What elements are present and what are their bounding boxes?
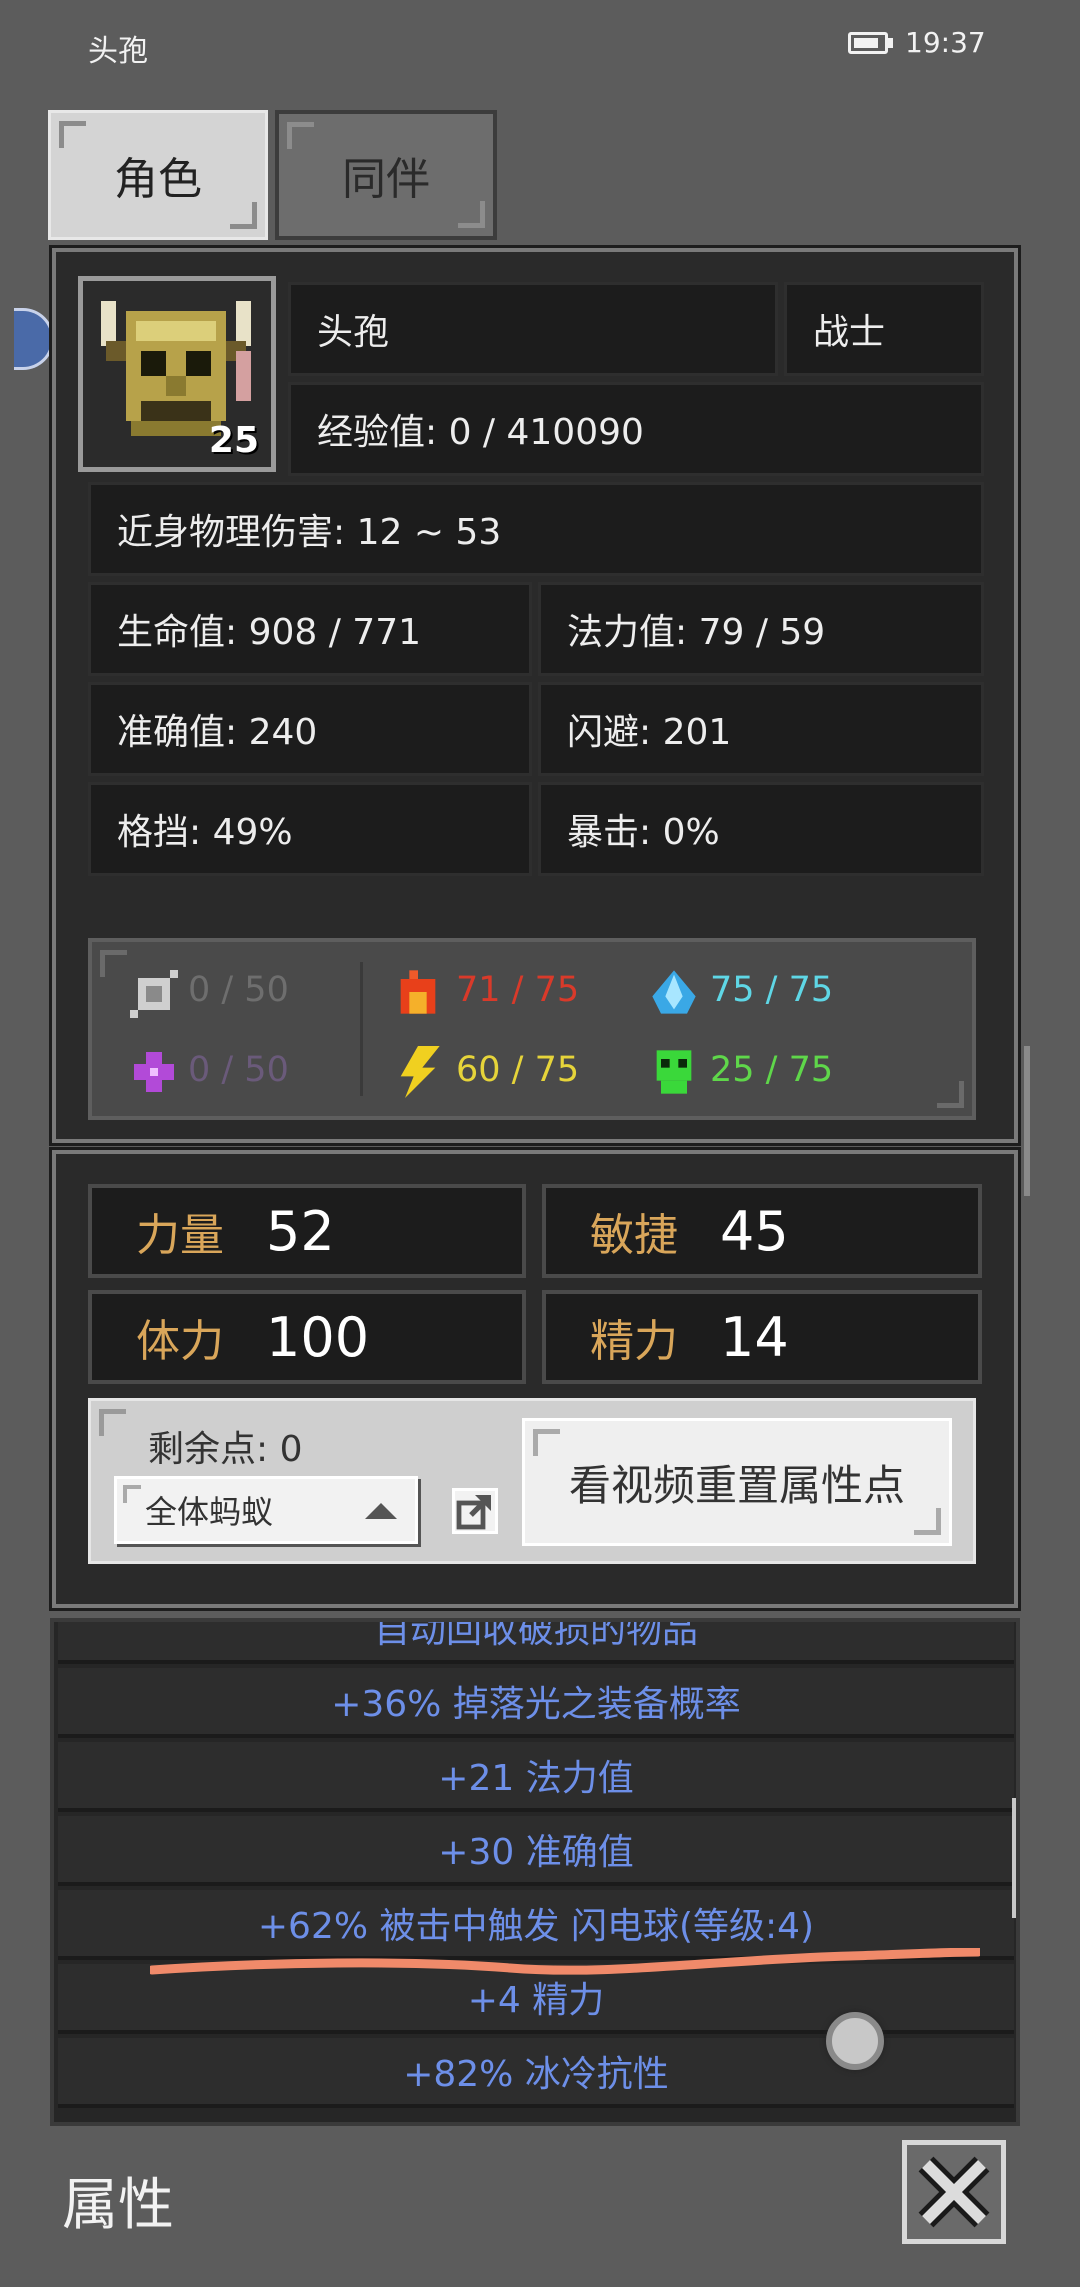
export-icon[interactable] bbox=[452, 1488, 498, 1534]
experience-value: 经验值: 0 / 410090 bbox=[288, 382, 984, 476]
attr-agility: 敏捷 45 bbox=[542, 1184, 982, 1278]
ice-resist-value: 75 / 75 bbox=[710, 970, 834, 1010]
tab-companion-label: 同伴 bbox=[342, 154, 430, 205]
character-class: 战士 bbox=[784, 282, 984, 376]
crit-value: 暴击: 0% bbox=[538, 782, 984, 876]
list-item: +30 准确值 bbox=[58, 1816, 1014, 1886]
lightning-resist-value: 60 / 75 bbox=[456, 1050, 580, 1090]
close-icon bbox=[918, 2156, 990, 2228]
close-button[interactable] bbox=[902, 2140, 1006, 2244]
lightning-icon bbox=[400, 1046, 440, 1098]
dodge-value: 闪避: 201 bbox=[538, 682, 984, 776]
attr-stamina: 体力 100 bbox=[88, 1290, 526, 1384]
mp-value: 法力值: 79 / 59 bbox=[538, 582, 984, 676]
ice-crystal-icon bbox=[652, 970, 696, 1014]
list-item: +36% 掉落光之装备概率 bbox=[58, 1668, 1014, 1738]
poison-skull-icon bbox=[656, 1050, 692, 1094]
status-app-title: 头孢 bbox=[88, 34, 148, 69]
attr-agility-label: 敏捷 bbox=[590, 1210, 678, 1261]
resistances-box bbox=[88, 938, 976, 1120]
battery-tip bbox=[888, 38, 893, 48]
block-value: 格挡: 49% bbox=[88, 782, 532, 876]
tab-character-label: 角色 bbox=[114, 154, 202, 205]
character-level: 25 bbox=[208, 420, 259, 461]
page-title: 属性 bbox=[62, 2173, 174, 2238]
target-select-value: 全体蚂蚁 bbox=[145, 1493, 274, 1531]
arcane-star-icon bbox=[134, 1052, 174, 1092]
attr-strength-label: 力量 bbox=[136, 1210, 224, 1261]
attr-agility-value: 45 bbox=[720, 1199, 789, 1263]
resistances-divider bbox=[360, 962, 363, 1096]
status-clock: 19:37 bbox=[905, 26, 986, 59]
list-item: 自动回收破损的物品 bbox=[58, 1622, 1014, 1664]
annotation-underline bbox=[150, 1948, 980, 1975]
physical-resist-value: 0 / 50 bbox=[188, 970, 289, 1010]
attr-energy-label: 精力 bbox=[590, 1316, 678, 1367]
watch-video-reset-button[interactable]: 看视频重置属性点 bbox=[522, 1418, 952, 1546]
battery-icon bbox=[848, 32, 888, 54]
melee-damage: 近身物理伤害: 12 ~ 53 bbox=[88, 482, 984, 576]
target-select[interactable]: 全体蚂蚁 bbox=[114, 1476, 418, 1544]
attr-energy: 精力 14 bbox=[542, 1290, 982, 1384]
arcane-resist-value: 0 / 50 bbox=[188, 1050, 289, 1090]
floating-dock-icon[interactable] bbox=[14, 308, 54, 370]
physical-shield-icon bbox=[130, 970, 178, 1018]
list-scrollbar[interactable] bbox=[1012, 1798, 1016, 1918]
hp-value: 生命值: 908 / 771 bbox=[88, 582, 532, 676]
attr-strength-value: 52 bbox=[266, 1199, 335, 1263]
attr-energy-value: 14 bbox=[720, 1305, 789, 1369]
fire-icon bbox=[400, 970, 436, 1014]
attr-stamina-value: 100 bbox=[266, 1305, 370, 1369]
attr-stamina-label: 体力 bbox=[136, 1316, 224, 1367]
tab-companion[interactable]: 同伴 bbox=[275, 110, 497, 240]
character-name: 头孢 bbox=[288, 282, 778, 376]
attr-strength: 力量 52 bbox=[88, 1184, 526, 1278]
chevron-up-icon bbox=[365, 1503, 397, 1519]
reset-button-label: 看视频重置属性点 bbox=[568, 1460, 905, 1510]
portrait-frame: 25 bbox=[78, 276, 276, 472]
page-scrollbar[interactable] bbox=[1024, 1046, 1030, 1196]
accuracy-value: 准确值: 240 bbox=[88, 682, 532, 776]
list-item: +21 法力值 bbox=[58, 1742, 1014, 1812]
tab-character[interactable]: 角色 bbox=[48, 110, 268, 240]
fire-resist-value: 71 / 75 bbox=[456, 970, 580, 1010]
remaining-points: 剩余点: 0 bbox=[148, 1429, 303, 1470]
poison-resist-value: 25 / 75 bbox=[710, 1050, 834, 1090]
assistive-touch-button[interactable] bbox=[826, 2012, 884, 2070]
